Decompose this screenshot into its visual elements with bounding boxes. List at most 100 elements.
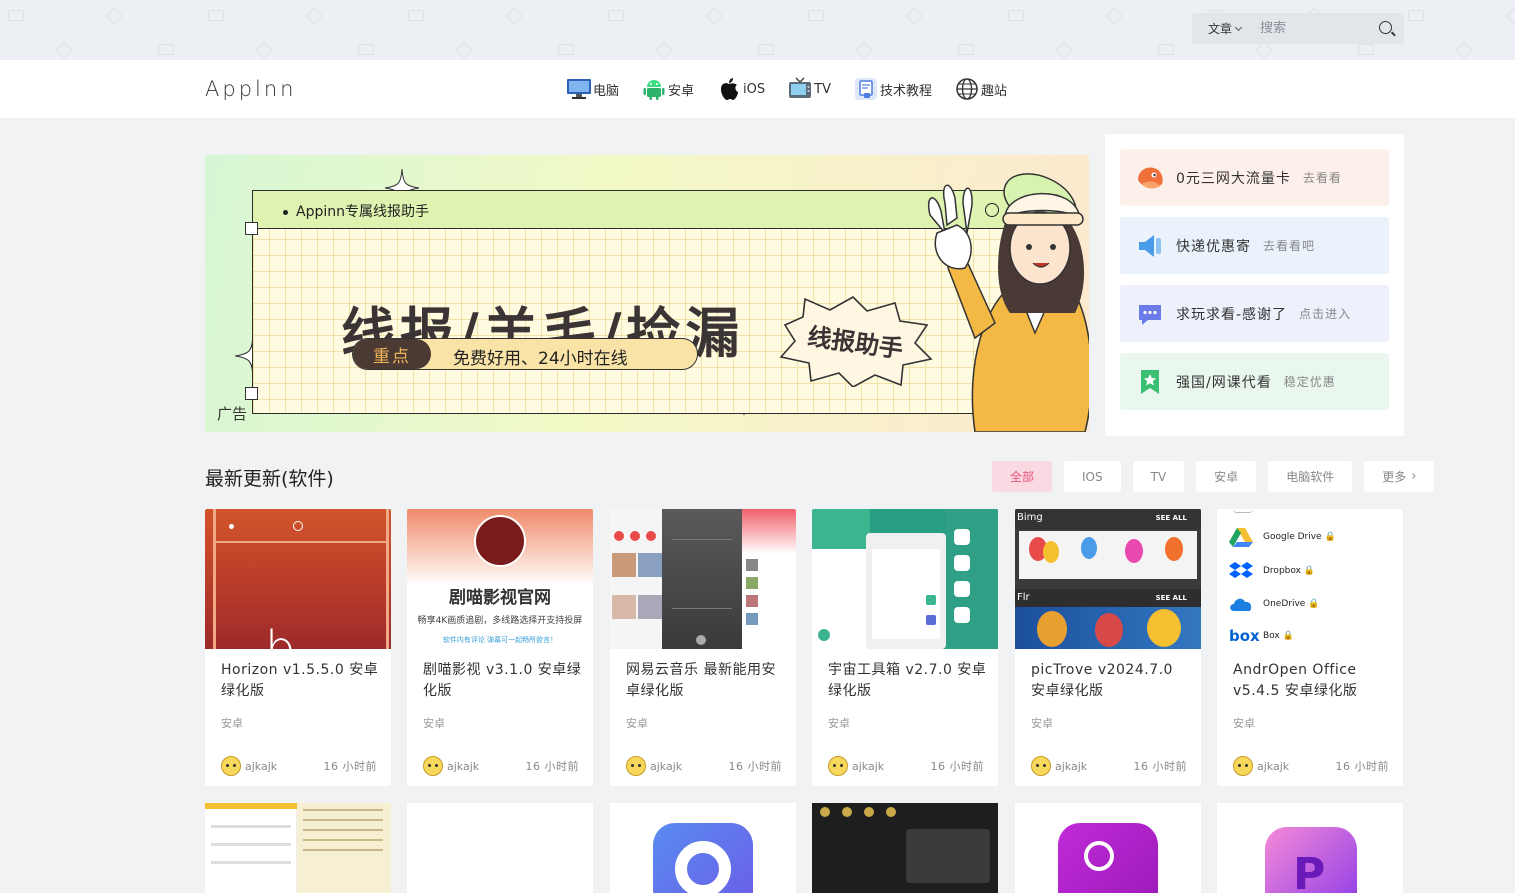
sidebar-item-title: 强国/网课代看 bbox=[1176, 374, 1272, 391]
filter-pc-software[interactable]: 电脑软件 bbox=[1268, 461, 1353, 492]
filter-all[interactable]: 全部 bbox=[992, 461, 1053, 492]
speaker-icon bbox=[1139, 234, 1161, 257]
pattern-mark bbox=[758, 44, 774, 55]
app-logo-icon bbox=[474, 515, 526, 567]
chevron-right-icon: › bbox=[1411, 469, 1417, 484]
pill-tag: 重点 bbox=[353, 339, 431, 369]
nav-item-tutorial[interactable]: 技术教程 bbox=[853, 75, 932, 103]
post-title[interactable]: picTrove v2024.7.0 安卓绿化版 bbox=[1031, 660, 1191, 702]
post-card[interactable]: 宇宙工具箱 v2.7.0 安卓绿化版 安卓 ajkajk 16 小时前 bbox=[812, 509, 998, 786]
search-input[interactable] bbox=[1258, 20, 1368, 37]
globe-icon bbox=[956, 78, 978, 100]
thumb-header: Flr SEE ALL bbox=[1015, 589, 1201, 607]
post-author[interactable]: ajkajk bbox=[447, 760, 479, 773]
post-thumbnail: 剧喵影视官网 畅享4K画质追剧，多线路选择开支持投屏 软件内有评论 弹幕可一起畅… bbox=[407, 509, 593, 649]
sidebar-item-express[interactable]: 快递优惠寄 去看看吧 bbox=[1120, 217, 1389, 274]
thumb-header: Bimg SEE ALL bbox=[1015, 509, 1201, 529]
post-author[interactable]: ajkajk bbox=[1055, 760, 1087, 773]
nav-item-tv[interactable]: TV bbox=[787, 75, 831, 103]
post-card[interactable]: b Horizon v1.5.5.0 安卓绿化版 安卓 ajkajk 16 小时… bbox=[205, 509, 391, 786]
post-title[interactable]: 网易云音乐 最新能用安卓绿化版 bbox=[626, 660, 786, 702]
post-title[interactable]: 剧喵影视 v3.1.0 安卓绿化版 bbox=[423, 660, 583, 702]
storage-item-box: box Box 🔒 bbox=[1229, 627, 1294, 645]
resize-handle bbox=[245, 387, 258, 400]
pattern-mark bbox=[8, 10, 24, 21]
site-header: Applnn 电脑 安卓 iOS TV 技术教程 趣站 bbox=[0, 60, 1515, 118]
pattern-mark bbox=[1105, 7, 1123, 25]
pattern-mark bbox=[505, 7, 523, 25]
post-author[interactable]: ajkajk bbox=[1257, 760, 1289, 773]
pattern-mark bbox=[705, 7, 723, 25]
post-card-partial[interactable] bbox=[812, 803, 998, 893]
post-category[interactable]: 安卓 bbox=[423, 715, 445, 731]
post-card-partial[interactable] bbox=[205, 803, 391, 893]
pattern-mark bbox=[808, 10, 824, 21]
pattern-mark bbox=[455, 41, 473, 59]
post-time: 16 小时前 bbox=[323, 760, 377, 773]
nav-item-ios[interactable]: iOS bbox=[716, 75, 765, 103]
post-category[interactable]: 安卓 bbox=[626, 715, 648, 731]
site-logo[interactable]: Applnn bbox=[205, 77, 296, 101]
pattern-mark bbox=[1008, 10, 1024, 21]
post-author[interactable]: ajkajk bbox=[852, 760, 884, 773]
post-card-partial[interactable] bbox=[407, 803, 593, 893]
pattern-mark bbox=[558, 44, 574, 55]
post-author[interactable]: ajkajk bbox=[245, 760, 277, 773]
post-title[interactable]: AndrOpen Office v5.4.5 安卓绿化版 bbox=[1233, 660, 1393, 702]
avatar bbox=[221, 756, 241, 776]
section-title: 最新更新(软件) bbox=[205, 468, 334, 490]
camera-icon bbox=[293, 521, 303, 531]
nav-item-computer[interactable]: 电脑 bbox=[566, 75, 619, 103]
sidebar-item-request[interactable]: 求玩求看-感谢了 点击进入 bbox=[1120, 285, 1389, 342]
post-card[interactable]: 网易云音乐 最新能用安卓绿化版 安卓 ajkajk 16 小时前 bbox=[610, 509, 796, 786]
google-drive-icon bbox=[1229, 528, 1253, 547]
lock-icon: 🔒 bbox=[1303, 566, 1316, 576]
filter-android[interactable]: 安卓 bbox=[1196, 461, 1257, 492]
post-time: 16 小时前 bbox=[1335, 760, 1389, 773]
pattern-mark bbox=[408, 10, 424, 21]
box-icon: box bbox=[1229, 627, 1260, 645]
post-card[interactable]: 剧喵影视官网 畅享4K画质追剧，多线路选择开支持投屏 软件内有评论 弹幕可一起畅… bbox=[407, 509, 593, 786]
post-category[interactable]: 安卓 bbox=[1031, 715, 1053, 731]
nav-item-android[interactable]: 安卓 bbox=[641, 75, 694, 103]
resize-handle bbox=[245, 222, 258, 235]
storage-label: Box bbox=[1263, 631, 1280, 641]
pattern-mark bbox=[1505, 7, 1515, 25]
sidebar-item-online-course[interactable]: 强国/网课代看 稳定优惠 bbox=[1120, 353, 1389, 410]
sidebar-item-data-card[interactable]: 0元三网大流量卡 去看看 bbox=[1120, 149, 1389, 206]
onedrive-icon bbox=[1230, 598, 1252, 611]
filter-tv[interactable]: TV bbox=[1132, 461, 1185, 492]
filter-more[interactable]: 更多 › bbox=[1364, 461, 1435, 492]
post-title[interactable]: 宇宙工具箱 v2.7.0 安卓绿化版 bbox=[828, 660, 988, 702]
post-card-partial[interactable] bbox=[610, 803, 796, 893]
filter-tabs: 全部 IOS TV 安卓 电脑软件 更多 › bbox=[992, 461, 1435, 492]
post-category[interactable]: 安卓 bbox=[221, 715, 243, 731]
post-card-partial[interactable] bbox=[1015, 803, 1201, 893]
pattern-mark bbox=[1455, 41, 1473, 59]
sidebar-item-title: 快递优惠寄 bbox=[1176, 238, 1251, 255]
search-icon[interactable] bbox=[1379, 21, 1392, 34]
post-meta: ajkajk 16 小时前 bbox=[1233, 756, 1389, 776]
filter-ios[interactable]: IOS bbox=[1064, 461, 1121, 492]
post-card[interactable]: Google Drive 🔒 Dropbox 🔒 OneDrive 🔒 box … bbox=[1217, 509, 1403, 786]
avatar bbox=[828, 756, 848, 776]
storage-item-dropbox: Dropbox 🔒 bbox=[1229, 561, 1315, 581]
lock-icon: 🔒 bbox=[1308, 599, 1320, 609]
thumb-subtitle: 畅享4K画质追剧，多线路选择开支持投屏 bbox=[417, 616, 583, 626]
hot-air-balloons bbox=[1015, 607, 1201, 649]
nav-label: 电脑 bbox=[593, 83, 620, 99]
post-card-partial[interactable]: P bbox=[1217, 803, 1403, 893]
post-author[interactable]: ajkajk bbox=[650, 760, 682, 773]
dropbox-icon bbox=[1229, 562, 1253, 578]
post-category[interactable]: 安卓 bbox=[1233, 715, 1255, 731]
post-category[interactable]: 安卓 bbox=[828, 715, 850, 731]
search-type-select[interactable]: 文章 bbox=[1192, 20, 1258, 37]
tv-icon bbox=[789, 77, 812, 98]
storage-item-onedrive: OneDrive 🔒 bbox=[1229, 594, 1320, 614]
post-title[interactable]: Horizon v1.5.5.0 安卓绿化版 bbox=[221, 660, 381, 702]
ad-banner[interactable]: Appinn专属线报助手 ✕ 线报/羊毛/捡漏 重点 免费好用、24小时在线 线… bbox=[205, 155, 1089, 432]
post-card[interactable]: Bimg SEE ALL Flr SEE ALL picTrove v2024.… bbox=[1015, 509, 1201, 786]
sidebar-item-sub: 去看看吧 bbox=[1263, 239, 1316, 253]
balloons-strip bbox=[1019, 531, 1197, 579]
nav-item-fun-sites[interactable]: 趣站 bbox=[954, 75, 1007, 103]
